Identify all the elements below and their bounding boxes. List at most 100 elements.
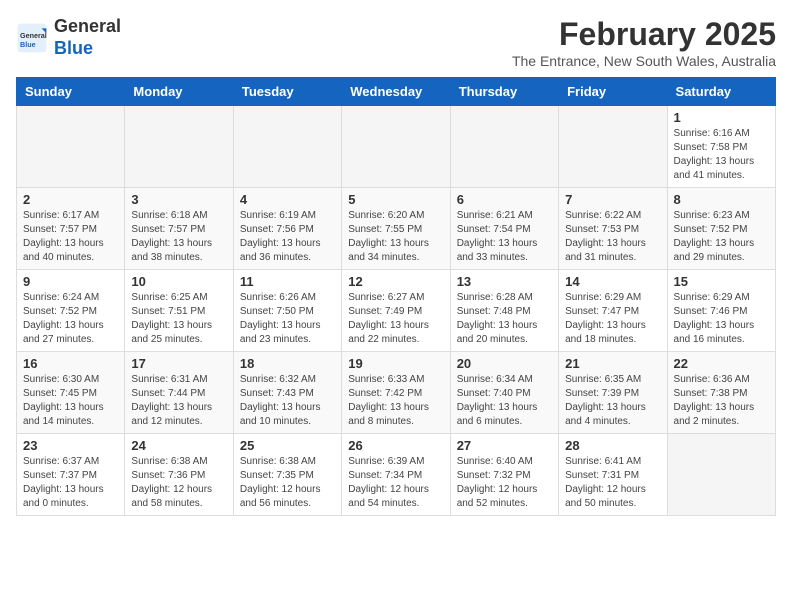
day-number: 23 [23,438,118,453]
day-number: 24 [131,438,226,453]
day-cell: 5 Sunrise: 6:20 AM Sunset: 7:55 PM Daylig… [342,188,450,270]
day-number: 5 [348,192,443,207]
day-number: 8 [674,192,769,207]
day-number: 17 [131,356,226,371]
day-cell [559,106,667,188]
day-cell [450,106,558,188]
day-number: 14 [565,274,660,289]
day-cell: 1 Sunrise: 6:16 AM Sunset: 7:58 PM Daylig… [667,106,775,188]
day-cell [17,106,125,188]
day-number: 22 [674,356,769,371]
day-info: Sunrise: 6:28 AM Sunset: 7:48 PM Dayligh… [457,291,552,347]
day-info: Sunrise: 6:33 AM Sunset: 7:42 PM Dayligh… [348,373,443,429]
day-cell [342,106,450,188]
day-info: Sunrise: 6:36 AM Sunset: 7:38 PM Dayligh… [674,373,769,429]
day-number: 7 [565,192,660,207]
day-number: 21 [565,356,660,371]
day-info: Sunrise: 6:39 AM Sunset: 7:34 PM Dayligh… [348,455,443,511]
day-cell: 19Sunrise: 6:33 AM Sunset: 7:42 PM Dayli… [342,352,450,434]
weekday-header-wednesday: Wednesday [342,78,450,106]
day-info: Sunrise: 6:26 AM Sunset: 7:50 PM Dayligh… [240,291,335,347]
day-info: Sunrise: 6:21 AM Sunset: 7:54 PM Dayligh… [457,209,552,265]
day-number: 28 [565,438,660,453]
day-cell: 4 Sunrise: 6:19 AM Sunset: 7:56 PM Daylig… [233,188,341,270]
day-cell: 2Sunrise: 6:17 AM Sunset: 7:57 PM Daylig… [17,188,125,270]
weekday-header-monday: Monday [125,78,233,106]
day-cell: 16Sunrise: 6:30 AM Sunset: 7:45 PM Dayli… [17,352,125,434]
day-cell: 17 Sunrise: 6:31 AM Sunset: 7:44 PM Dayli… [125,352,233,434]
day-cell: 18 Sunrise: 6:32 AM Sunset: 7:43 PM Dayli… [233,352,341,434]
day-number: 16 [23,356,118,371]
day-cell: 27 Sunrise: 6:40 AM Sunset: 7:32 PM Dayli… [450,434,558,516]
day-number: 18 [240,356,335,371]
day-info: Sunrise: 6:32 AM Sunset: 7:43 PM Dayligh… [240,373,335,429]
day-cell: 20Sunrise: 6:34 AM Sunset: 7:40 PM Dayli… [450,352,558,434]
day-number: 2 [23,192,118,207]
day-info: Sunrise: 6:25 AM Sunset: 7:51 PM Dayligh… [131,291,226,347]
day-info: Sunrise: 6:38 AM Sunset: 7:35 PM Dayligh… [240,455,335,511]
day-number: 13 [457,274,552,289]
day-info: Sunrise: 6:34 AM Sunset: 7:40 PM Dayligh… [457,373,552,429]
week-row-4: 16Sunrise: 6:30 AM Sunset: 7:45 PM Dayli… [17,352,776,434]
day-info: Sunrise: 6:41 AM Sunset: 7:31 PM Dayligh… [565,455,660,511]
day-info: Sunrise: 6:37 AM Sunset: 7:37 PM Dayligh… [23,455,118,511]
day-number: 27 [457,438,552,453]
day-cell: 21 Sunrise: 6:35 AM Sunset: 7:39 PM Dayli… [559,352,667,434]
day-cell: 28 Sunrise: 6:41 AM Sunset: 7:31 PM Dayli… [559,434,667,516]
day-cell [667,434,775,516]
day-number: 10 [131,274,226,289]
day-info: Sunrise: 6:22 AM Sunset: 7:53 PM Dayligh… [565,209,660,265]
day-cell: 14Sunrise: 6:29 AM Sunset: 7:47 PM Dayli… [559,270,667,352]
day-cell: 13 Sunrise: 6:28 AM Sunset: 7:48 PM Dayli… [450,270,558,352]
day-number: 12 [348,274,443,289]
day-info: Sunrise: 6:18 AM Sunset: 7:57 PM Dayligh… [131,209,226,265]
day-info: Sunrise: 6:19 AM Sunset: 7:56 PM Dayligh… [240,209,335,265]
day-number: 1 [674,110,769,125]
weekday-header-thursday: Thursday [450,78,558,106]
day-cell: 11 Sunrise: 6:26 AM Sunset: 7:50 PM Dayli… [233,270,341,352]
month-title: February 2025 [512,16,776,53]
location-subtitle: The Entrance, New South Wales, Australia [512,53,776,69]
day-info: Sunrise: 6:23 AM Sunset: 7:52 PM Dayligh… [674,209,769,265]
day-number: 25 [240,438,335,453]
page-header: General Blue General Blue February 2025 … [16,16,776,69]
weekday-header-saturday: Saturday [667,78,775,106]
day-cell: 10 Sunrise: 6:25 AM Sunset: 7:51 PM Dayli… [125,270,233,352]
day-info: Sunrise: 6:16 AM Sunset: 7:58 PM Dayligh… [674,127,769,183]
week-row-2: 2Sunrise: 6:17 AM Sunset: 7:57 PM Daylig… [17,188,776,270]
day-cell: 15 Sunrise: 6:29 AM Sunset: 7:46 PM Dayli… [667,270,775,352]
week-row-3: 9Sunrise: 6:24 AM Sunset: 7:52 PM Daylig… [17,270,776,352]
logo-blue-text: Blue [54,38,93,58]
day-cell: 25 Sunrise: 6:38 AM Sunset: 7:35 PM Dayli… [233,434,341,516]
day-number: 15 [674,274,769,289]
day-cell: 9Sunrise: 6:24 AM Sunset: 7:52 PM Daylig… [17,270,125,352]
day-number: 4 [240,192,335,207]
day-info: Sunrise: 6:40 AM Sunset: 7:32 PM Dayligh… [457,455,552,511]
logo-general-text: General [54,16,121,36]
day-info: Sunrise: 6:35 AM Sunset: 7:39 PM Dayligh… [565,373,660,429]
svg-text:General: General [20,31,47,40]
logo-icon: General Blue [16,22,48,54]
logo: General Blue General Blue [16,16,121,59]
week-row-5: 23 Sunrise: 6:37 AM Sunset: 7:37 PM Dayli… [17,434,776,516]
day-info: Sunrise: 6:38 AM Sunset: 7:36 PM Dayligh… [131,455,226,511]
weekday-header-tuesday: Tuesday [233,78,341,106]
day-cell: 8 Sunrise: 6:23 AM Sunset: 7:52 PM Daylig… [667,188,775,270]
day-cell [233,106,341,188]
svg-text:Blue: Blue [20,39,36,48]
day-info: Sunrise: 6:27 AM Sunset: 7:49 PM Dayligh… [348,291,443,347]
day-number: 6 [457,192,552,207]
day-info: Sunrise: 6:31 AM Sunset: 7:44 PM Dayligh… [131,373,226,429]
week-row-1: 1 Sunrise: 6:16 AM Sunset: 7:58 PM Daylig… [17,106,776,188]
day-info: Sunrise: 6:29 AM Sunset: 7:46 PM Dayligh… [674,291,769,347]
weekday-header-row: SundayMondayTuesdayWednesdayThursdayFrid… [17,78,776,106]
day-number: 11 [240,274,335,289]
day-number: 26 [348,438,443,453]
day-cell: 12 Sunrise: 6:27 AM Sunset: 7:49 PM Dayli… [342,270,450,352]
day-cell: 6 Sunrise: 6:21 AM Sunset: 7:54 PM Daylig… [450,188,558,270]
weekday-header-friday: Friday [559,78,667,106]
day-cell: 23 Sunrise: 6:37 AM Sunset: 7:37 PM Dayli… [17,434,125,516]
day-cell: 24 Sunrise: 6:38 AM Sunset: 7:36 PM Dayli… [125,434,233,516]
calendar-table: SundayMondayTuesdayWednesdayThursdayFrid… [16,77,776,516]
day-info: Sunrise: 6:20 AM Sunset: 7:55 PM Dayligh… [348,209,443,265]
